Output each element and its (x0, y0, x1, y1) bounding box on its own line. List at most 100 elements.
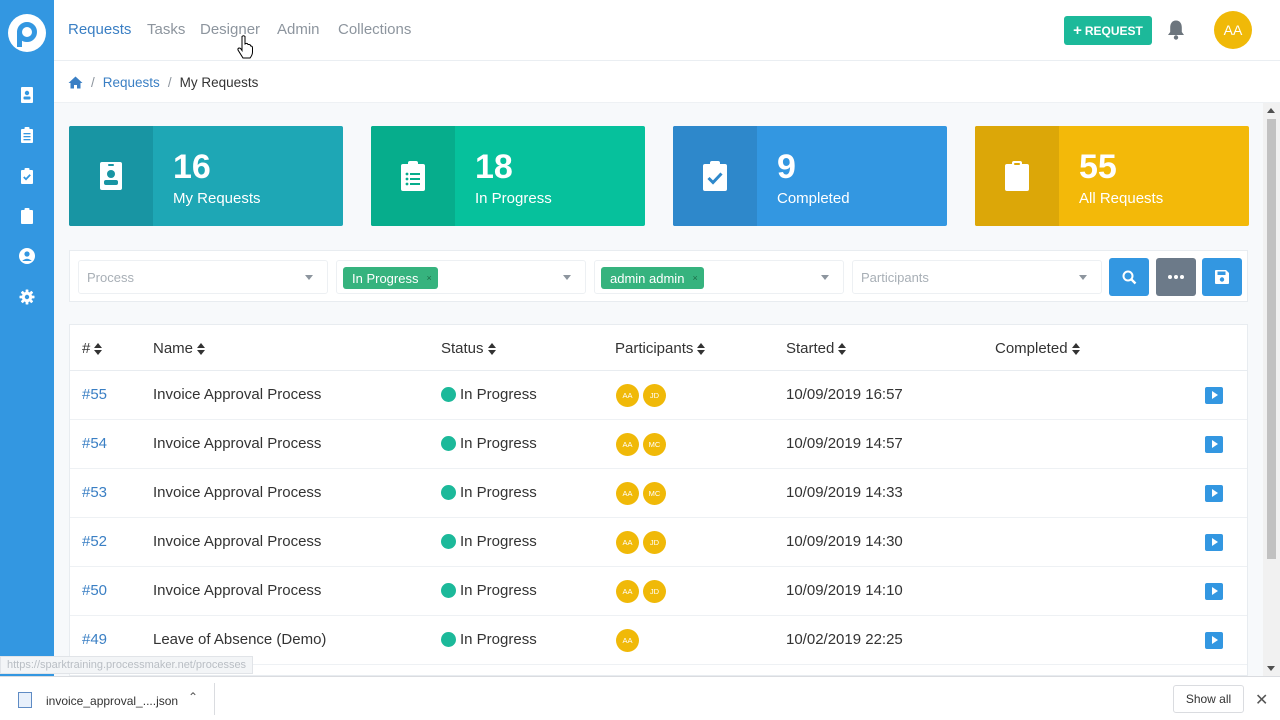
scroll-down-arrow-icon[interactable] (1267, 666, 1275, 671)
new-request-button[interactable]: + REQUEST (1064, 16, 1152, 45)
breadcrumb-separator: / (167, 74, 172, 90)
table-row[interactable]: #53 Invoice Approval Process In Progress… (70, 469, 1247, 518)
clipboard-check-icon[interactable] (19, 168, 35, 184)
avatar[interactable]: JD (643, 580, 666, 603)
search-button[interactable] (1109, 258, 1149, 296)
nav-admin[interactable]: Admin (277, 21, 320, 38)
status-label: In Progress (460, 386, 537, 403)
avatar[interactable]: AA (616, 482, 639, 505)
avatar[interactable]: MC (643, 482, 666, 505)
clipboard-icon[interactable] (19, 208, 35, 224)
save-search-button[interactable] (1202, 258, 1242, 296)
advanced-search-button[interactable] (1156, 258, 1196, 296)
request-id-link[interactable]: #53 (82, 484, 107, 501)
user-avatar[interactable]: AA (1214, 11, 1252, 49)
breadcrumb-requests[interactable]: Requests (103, 75, 160, 90)
started-date: 10/09/2019 16:57 (786, 386, 903, 403)
id-card-icon[interactable] (19, 87, 35, 103)
nav-requests[interactable]: Requests (68, 21, 131, 38)
request-id-link[interactable]: #54 (82, 435, 107, 452)
participants-list: AA JD (616, 531, 666, 554)
status-filter-tag: In Progress × (343, 267, 438, 289)
clipboard-list-icon (401, 161, 425, 191)
avatar[interactable]: AA (616, 531, 639, 554)
column-header-completed[interactable]: Completed (995, 340, 1080, 357)
close-icon[interactable]: ✕ (1255, 690, 1268, 710)
gear-icon[interactable] (19, 289, 35, 305)
open-request-button[interactable] (1205, 583, 1223, 600)
card-all-requests[interactable]: 55 All Requests (975, 126, 1249, 226)
requester-select[interactable]: admin admin × (594, 260, 844, 294)
process-select[interactable]: Process (78, 260, 328, 294)
new-request-label: REQUEST (1084, 23, 1143, 38)
clipboard-list-icon[interactable] (19, 127, 35, 143)
column-header-id[interactable]: # (82, 340, 103, 357)
open-request-button[interactable] (1205, 632, 1223, 649)
chevron-down-icon (821, 275, 829, 280)
status-label: In Progress (460, 484, 537, 501)
search-icon (1122, 270, 1136, 284)
ellipsis-icon (1168, 275, 1184, 279)
open-request-button[interactable] (1205, 436, 1223, 453)
request-id-link[interactable]: #50 (82, 582, 107, 599)
table-row[interactable]: #52 Invoice Approval Process In Progress… (70, 518, 1247, 567)
header-label: Status (441, 340, 484, 357)
request-id-link[interactable]: #55 (82, 386, 107, 403)
participants-placeholder: Participants (861, 270, 929, 285)
avatar[interactable]: MC (643, 433, 666, 456)
participants-list: AA MC (616, 482, 666, 505)
request-name: Leave of Absence (Demo) (153, 631, 327, 648)
download-bar: invoice_approval_....json ⌃ Show all ✕ (0, 676, 1280, 720)
request-status: In Progress (441, 582, 537, 599)
card-completed[interactable]: 9 Completed (673, 126, 947, 226)
column-header-name[interactable]: Name (153, 340, 206, 357)
card-in-progress[interactable]: 18 In Progress (371, 126, 645, 226)
column-header-participants[interactable]: Participants (615, 340, 706, 357)
open-request-button[interactable] (1205, 534, 1223, 551)
file-icon (18, 692, 32, 708)
avatar[interactable]: JD (643, 384, 666, 407)
open-request-button[interactable] (1205, 485, 1223, 502)
requests-table: # Name Status Participants Started Compl… (69, 324, 1248, 676)
avatar[interactable]: AA (616, 580, 639, 603)
remove-tag-icon[interactable]: × (692, 273, 697, 283)
home-icon[interactable] (68, 76, 83, 89)
bell-icon[interactable] (1166, 19, 1186, 41)
status-dot-icon (441, 485, 456, 500)
download-file-name[interactable]: invoice_approval_....json (46, 694, 178, 708)
processmaker-logo[interactable] (8, 14, 46, 52)
request-id-link[interactable]: #52 (82, 533, 107, 550)
nav-tasks[interactable]: Tasks (147, 21, 185, 38)
request-status: In Progress (441, 631, 537, 648)
card-my-requests[interactable]: 16 My Requests (69, 126, 343, 226)
status-label: In Progress (460, 435, 537, 452)
header-label: Name (153, 340, 194, 357)
user-circle-icon[interactable] (19, 248, 35, 264)
avatar[interactable]: AA (616, 384, 639, 407)
request-id-link[interactable]: #49 (82, 631, 107, 648)
sort-icon (487, 342, 496, 355)
page-scrollbar[interactable] (1263, 103, 1280, 676)
status-select[interactable]: In Progress × (336, 260, 586, 294)
avatar[interactable]: AA (616, 629, 639, 652)
avatar[interactable]: AA (616, 433, 639, 456)
column-header-status[interactable]: Status (441, 340, 496, 357)
table-row[interactable]: #50 Invoice Approval Process In Progress… (70, 567, 1247, 616)
scroll-up-arrow-icon[interactable] (1267, 108, 1275, 113)
remove-tag-icon[interactable]: × (426, 273, 431, 283)
participants-select[interactable]: Participants (852, 260, 1102, 294)
process-placeholder: Process (87, 270, 134, 285)
table-row[interactable]: #55 Invoice Approval Process In Progress… (70, 371, 1247, 420)
status-dot-icon (441, 534, 456, 549)
open-request-button[interactable] (1205, 387, 1223, 404)
request-status: In Progress (441, 386, 537, 403)
table-row[interactable]: #54 Invoice Approval Process In Progress… (70, 420, 1247, 469)
chevron-up-icon[interactable]: ⌃ (188, 690, 198, 704)
show-all-button[interactable]: Show all (1173, 685, 1244, 713)
scroll-thumb[interactable] (1267, 119, 1276, 559)
breadcrumb-current: My Requests (179, 74, 259, 90)
column-header-started[interactable]: Started (786, 340, 847, 357)
sort-icon (697, 342, 706, 355)
nav-collections[interactable]: Collections (338, 21, 411, 38)
avatar[interactable]: JD (643, 531, 666, 554)
